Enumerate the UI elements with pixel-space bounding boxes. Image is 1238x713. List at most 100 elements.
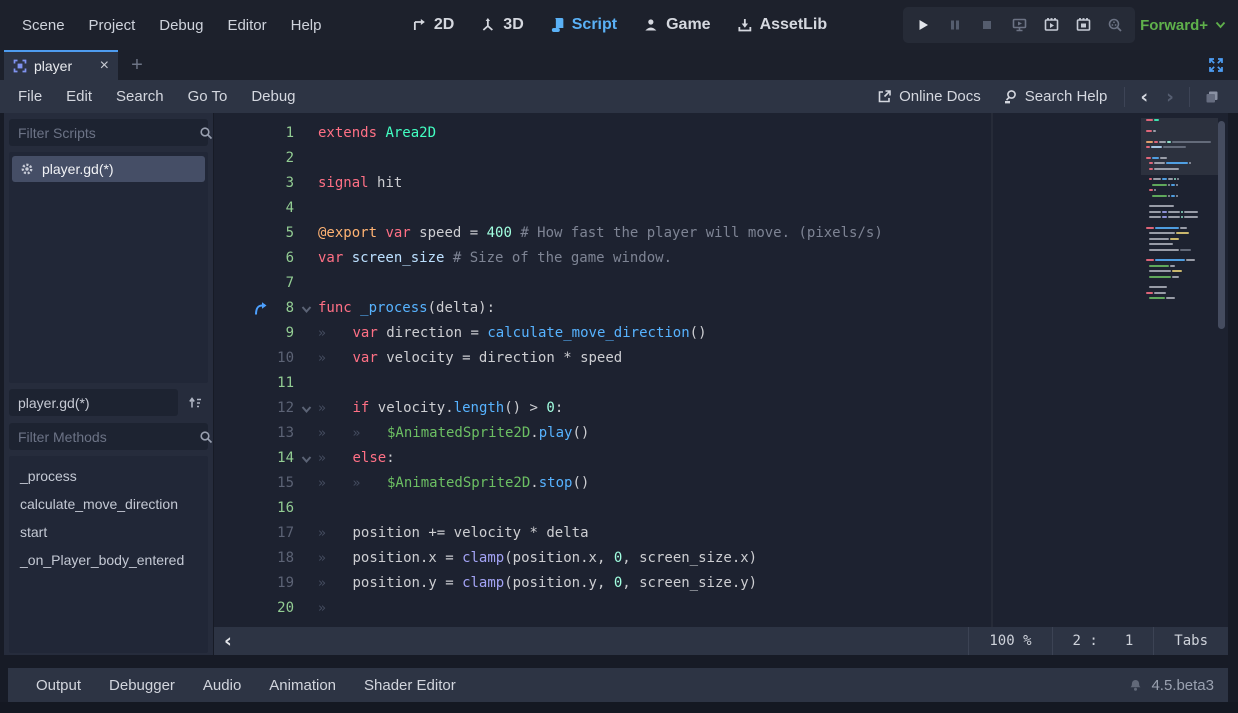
zoom-indicator[interactable]: 100 % [968, 627, 1051, 655]
panel-animation-button[interactable]: Animation [255, 677, 350, 694]
minimap-segment [1153, 178, 1161, 180]
code-line-16[interactable]: 16 [214, 496, 1138, 521]
menu-goto[interactable]: Go To [176, 88, 240, 105]
menu-edit[interactable]: Edit [54, 88, 104, 105]
movie-maker-mode-button[interactable] [1103, 12, 1127, 38]
search-help-button[interactable]: Search Help [992, 88, 1119, 105]
menu-help[interactable]: Help [279, 17, 334, 34]
status-cells: 100 % 2 : 1 Tabs [968, 627, 1228, 655]
code-text: »var direction = calculate_move_directio… [318, 321, 707, 346]
history-forward-button[interactable]: › [1157, 86, 1183, 108]
code-line-4[interactable]: 4 [214, 196, 1138, 221]
method-item[interactable]: calculate_move_direction [9, 490, 208, 518]
fold-arrow-icon[interactable] [300, 453, 313, 466]
code-line-9[interactable]: 9»var direction = calculate_move_directi… [214, 321, 1138, 346]
code-token: else [353, 446, 387, 471]
tab-close-icon[interactable]: × [100, 58, 109, 74]
method-item[interactable]: start [9, 518, 208, 546]
filter-methods-box[interactable] [9, 423, 208, 450]
code-text: »var velocity = direction * speed [318, 346, 622, 371]
code-token: @export [318, 221, 385, 246]
code-line-6[interactable]: 6var screen_size # Size of the game wind… [214, 246, 1138, 271]
code-line-15[interactable]: 15»»$AnimatedSprite2D.stop() [214, 471, 1138, 496]
code-line-19[interactable]: 19»position.y = clamp(position.y, 0, scr… [214, 571, 1138, 596]
code-line-11[interactable]: 11 [214, 371, 1138, 396]
code-line-10[interactable]: 10»var velocity = direction * speed [214, 346, 1138, 371]
minimap-segment [1171, 195, 1175, 197]
renderer-label: Forward+ [1140, 17, 1208, 34]
history-back-button[interactable]: ‹ [1131, 86, 1157, 108]
sort-methods-icon[interactable] [182, 390, 208, 416]
minimap-segment [1154, 162, 1165, 164]
method-item[interactable]: _process [9, 462, 208, 490]
line-number: 19 [238, 571, 294, 596]
code-line-1[interactable]: 1extends Area2D [214, 121, 1138, 146]
filter-methods-input[interactable] [18, 429, 199, 445]
code-line-5[interactable]: 5@export var speed = 400 # How fast the … [214, 221, 1138, 246]
minimap-row [1146, 141, 1211, 143]
panel-shader-editor-button[interactable]: Shader Editor [350, 677, 470, 694]
menu-search[interactable]: Search [104, 88, 176, 105]
new-tab-button[interactable]: + [124, 50, 150, 80]
code-line-20[interactable]: 20» [214, 596, 1138, 621]
filter-scripts-input[interactable] [18, 125, 199, 141]
online-docs-button[interactable]: Online Docs [866, 88, 992, 105]
minimap-segment [1167, 141, 1171, 143]
code-line-3[interactable]: 3signal hit [214, 171, 1138, 196]
minimap-segment [1163, 146, 1186, 148]
workspace-assetlib-button[interactable]: AssetLib [726, 0, 839, 50]
toolbar-separator [1124, 87, 1125, 107]
tab-player[interactable]: player × [4, 50, 118, 80]
workspace-script-button[interactable]: Script [539, 0, 628, 50]
menu-editor[interactable]: Editor [215, 17, 278, 34]
code-line-7[interactable]: 7 [214, 271, 1138, 296]
minimap-segment [1184, 216, 1198, 218]
minimap-segment [1149, 297, 1165, 299]
minimap[interactable] [1141, 113, 1218, 599]
play-scene-button[interactable] [1039, 12, 1063, 38]
panel-debugger-button[interactable]: Debugger [95, 677, 189, 694]
scripts-panel-toggle-icon[interactable] [1196, 89, 1228, 105]
override-indicator-icon [252, 300, 269, 317]
menu-project[interactable]: Project [77, 17, 148, 34]
fold-arrow-icon[interactable] [300, 303, 313, 316]
bell-icon[interactable] [1128, 678, 1143, 693]
play-custom-scene-button[interactable] [1071, 12, 1095, 38]
line-number: 2 [238, 146, 294, 171]
script-item-player[interactable]: player.gd(*) [12, 156, 205, 182]
code-line-12[interactable]: 12»if velocity.length() > 0: [214, 396, 1138, 421]
pause-button[interactable] [943, 12, 967, 38]
workspace-3d-button[interactable]: 3D [469, 0, 534, 50]
menu-debug[interactable]: Debug [147, 17, 215, 34]
distraction-free-icon[interactable] [1207, 56, 1225, 74]
code-line-18[interactable]: 18»position.x = clamp(position.x, 0, scr… [214, 546, 1138, 571]
remote-debug-button[interactable] [1007, 12, 1031, 38]
filter-scripts-box[interactable] [9, 119, 208, 146]
code-line-2[interactable]: 2 [214, 146, 1138, 171]
vertical-scrollbar[interactable] [1218, 121, 1225, 329]
indent-type-indicator[interactable]: Tabs [1153, 627, 1228, 655]
method-item[interactable]: _on_Player_body_entered [9, 546, 208, 574]
minimap-segment [1184, 211, 1198, 213]
fold-arrow-icon[interactable] [300, 403, 313, 416]
workspace-game-button[interactable]: Game [632, 0, 721, 50]
menu-file[interactable]: File [6, 88, 54, 105]
code-editor: 1extends Area2D23signal hit45@export var… [214, 113, 1228, 655]
code-line-13[interactable]: 13»»$AnimatedSprite2D.play() [214, 421, 1138, 446]
collapse-sidebar-icon[interactable]: ‹ [224, 630, 232, 652]
stop-button[interactable] [975, 12, 999, 38]
menu-scene[interactable]: Scene [10, 17, 77, 34]
play-button[interactable] [911, 12, 935, 38]
code-line-8[interactable]: 8func _process(delta): [214, 296, 1138, 321]
code-line-17[interactable]: 17»position += velocity * delta [214, 521, 1138, 546]
minimap-segment [1162, 216, 1167, 218]
panel-output-button[interactable]: Output [22, 677, 95, 694]
code-area[interactable]: 1extends Area2D23signal hit45@export var… [214, 113, 1228, 627]
renderer-selector[interactable]: Forward+ [1140, 0, 1226, 50]
tab-marker: » [318, 521, 353, 546]
workspace-2d-button[interactable]: 2D [400, 0, 465, 50]
code-line-14[interactable]: 14»else: [214, 446, 1138, 471]
menu-debug-script[interactable]: Debug [239, 88, 307, 105]
panel-audio-button[interactable]: Audio [189, 677, 255, 694]
minimap-segment [1154, 119, 1159, 121]
